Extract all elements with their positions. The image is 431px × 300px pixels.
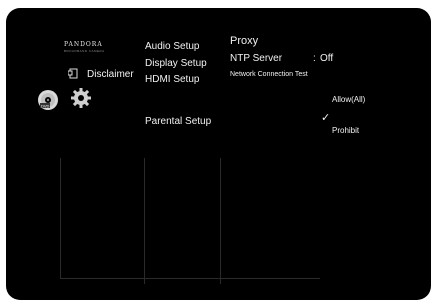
- divider: [60, 158, 61, 278]
- ntp-server-label[interactable]: NTP Server: [230, 53, 282, 64]
- brand-subtext: BROADBAND CAMERA: [64, 49, 105, 53]
- disclaimer-button[interactable]: Disclaimer: [68, 68, 134, 80]
- proxy-item[interactable]: Proxy: [230, 35, 258, 47]
- menu-hdmi-setup[interactable]: HDMI Setup: [145, 74, 199, 85]
- network-connection-test[interactable]: Network Connection Test: [230, 71, 308, 78]
- option-allow-all[interactable]: Allow(All): [332, 95, 365, 104]
- disc-edit-icon: [68, 68, 78, 79]
- settings-screen: PANDORA BROADBAND CAMERA Disclaimer DVD: [6, 8, 431, 300]
- disclaimer-label: Disclaimer: [87, 68, 134, 80]
- divider: [60, 278, 320, 279]
- check-icon: ✓: [321, 112, 331, 124]
- divider: [144, 158, 145, 284]
- menu-display-setup[interactable]: Display Setup: [145, 58, 207, 69]
- menu-parental-setup[interactable]: Parental Setup: [145, 116, 211, 127]
- brand-logo: PANDORA: [64, 41, 103, 48]
- divider: [220, 158, 221, 284]
- ntp-separator: :: [313, 53, 316, 64]
- dvd-disc-icon[interactable]: DVD: [37, 89, 59, 111]
- menu-audio-setup[interactable]: Audio Setup: [145, 41, 200, 52]
- ntp-server-value: Off: [320, 53, 334, 64]
- gear-icon[interactable]: [70, 87, 92, 109]
- svg-text:DVD: DVD: [41, 103, 50, 108]
- option-prohibit[interactable]: Prohibit: [332, 126, 359, 135]
